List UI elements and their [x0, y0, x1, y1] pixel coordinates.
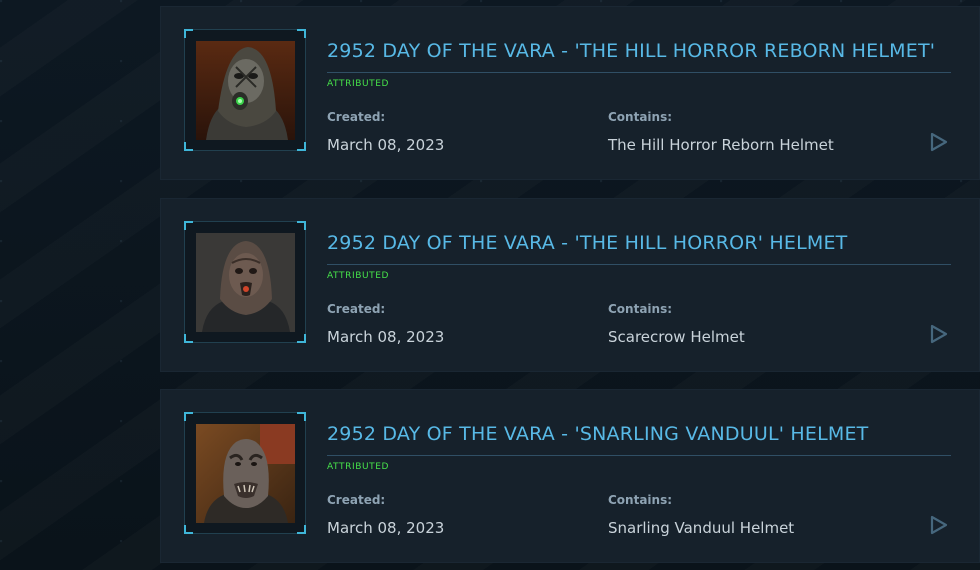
frame-corner: [297, 412, 306, 421]
pledge-thumbnail-snarling-vanduul: [196, 424, 295, 523]
pledge-item[interactable]: 2952 DAY OF THE VARA - 'THE HILL HORROR'…: [160, 198, 980, 372]
created-label: Created:: [327, 302, 386, 316]
expand-pledge-button[interactable]: [928, 131, 950, 153]
contains-value: Scarecrow Helmet: [608, 328, 745, 346]
frame-corner: [184, 221, 193, 230]
frame-corner: [184, 29, 193, 38]
frame-corner: [184, 334, 193, 343]
created-label: Created:: [327, 110, 386, 124]
status-badge: ATTRIBUTED: [327, 271, 390, 281]
pledge-thumbnail-frame[interactable]: [184, 412, 306, 534]
pledge-thumbnail-hill-horror-reborn: [196, 41, 295, 140]
pledge-item[interactable]: 2952 DAY OF THE VARA - 'SNARLING VANDUUL…: [160, 389, 980, 563]
frame-corner: [297, 29, 306, 38]
pledge-title[interactable]: 2952 DAY OF THE VARA - 'SNARLING VANDUUL…: [327, 423, 869, 445]
contains-label: Contains:: [608, 110, 673, 124]
title-divider: [327, 264, 951, 265]
created-label: Created:: [327, 493, 386, 507]
pledge-title[interactable]: 2952 DAY OF THE VARA - 'THE HILL HORROR'…: [327, 232, 847, 254]
status-badge: ATTRIBUTED: [327, 462, 390, 472]
expand-pledge-button[interactable]: [928, 514, 950, 536]
play-triangle-icon: [930, 324, 948, 344]
pledge-title[interactable]: 2952 DAY OF THE VARA - 'THE HILL HORROR …: [327, 40, 935, 62]
contains-value: Snarling Vanduul Helmet: [608, 519, 795, 537]
pledge-item[interactable]: 2952 DAY OF THE VARA - 'THE HILL HORROR …: [160, 6, 980, 180]
frame-corner: [184, 412, 193, 421]
created-value: March 08, 2023: [327, 519, 445, 537]
frame-corner: [184, 142, 193, 151]
play-triangle-icon: [930, 515, 948, 535]
pledge-list: 2952 DAY OF THE VARA - 'THE HILL HORROR …: [160, 0, 980, 570]
pledge-thumbnail-frame[interactable]: [184, 29, 306, 151]
expand-pledge-button[interactable]: [928, 323, 950, 345]
pledge-thumbnail-frame[interactable]: [184, 221, 306, 343]
frame-corner: [184, 525, 193, 534]
title-divider: [327, 455, 951, 456]
pledge-thumbnail-hill-horror: [196, 233, 295, 332]
created-value: March 08, 2023: [327, 136, 445, 154]
created-value: March 08, 2023: [327, 328, 445, 346]
contains-label: Contains:: [608, 302, 673, 316]
frame-corner: [297, 221, 306, 230]
frame-corner: [297, 142, 306, 151]
title-divider: [327, 72, 951, 73]
contains-label: Contains:: [608, 493, 673, 507]
frame-corner: [297, 525, 306, 534]
frame-corner: [297, 334, 306, 343]
contains-value: The Hill Horror Reborn Helmet: [608, 136, 834, 154]
status-badge: ATTRIBUTED: [327, 79, 390, 89]
play-triangle-icon: [930, 132, 948, 152]
